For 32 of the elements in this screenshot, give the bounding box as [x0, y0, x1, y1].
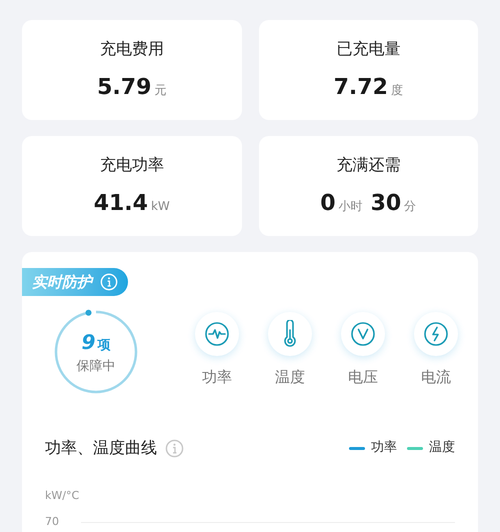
info-icon[interactable]: [165, 438, 184, 458]
monitor-label: 功率: [202, 367, 232, 388]
monitor-label: 电压: [348, 367, 378, 388]
stat-value: 7.72: [334, 74, 388, 102]
protection-status: 保障中: [76, 358, 116, 376]
protection-count: 9: [82, 329, 96, 356]
count-unit: 项: [97, 337, 110, 356]
legend-label: 功率: [371, 439, 397, 458]
monitor-label: 温度: [275, 367, 305, 388]
monitor-label: 电流: [421, 367, 451, 388]
axis-unit: kW/°C: [45, 489, 80, 502]
stat-unit: 元: [154, 82, 166, 98]
waveform-icon: [204, 321, 230, 347]
stat-value: 30: [370, 190, 402, 218]
stat-label: 充电费用: [100, 38, 164, 60]
stat-unit: 分: [404, 198, 416, 214]
badge-label: 实时防护: [32, 272, 92, 293]
stat-value: 41.4: [94, 190, 148, 218]
tick-label: 70: [45, 514, 60, 530]
stat-unit: 小时: [338, 198, 363, 214]
legend-label: 温度: [429, 439, 455, 458]
thermometer-icon: [281, 320, 299, 348]
stat-label: 已充电量: [336, 38, 400, 60]
stat-label: 充满还需: [336, 154, 400, 176]
stat-value: 0: [320, 190, 336, 218]
chart-title: 功率、温度曲线: [45, 437, 157, 459]
voltage-icon: [350, 321, 376, 347]
stat-unit: kW: [150, 198, 170, 214]
stat-label: 充电功率: [100, 154, 164, 176]
lightning-icon: [423, 321, 449, 347]
stat-unit: 度: [390, 82, 403, 98]
stat-value: 5.79: [97, 74, 152, 102]
